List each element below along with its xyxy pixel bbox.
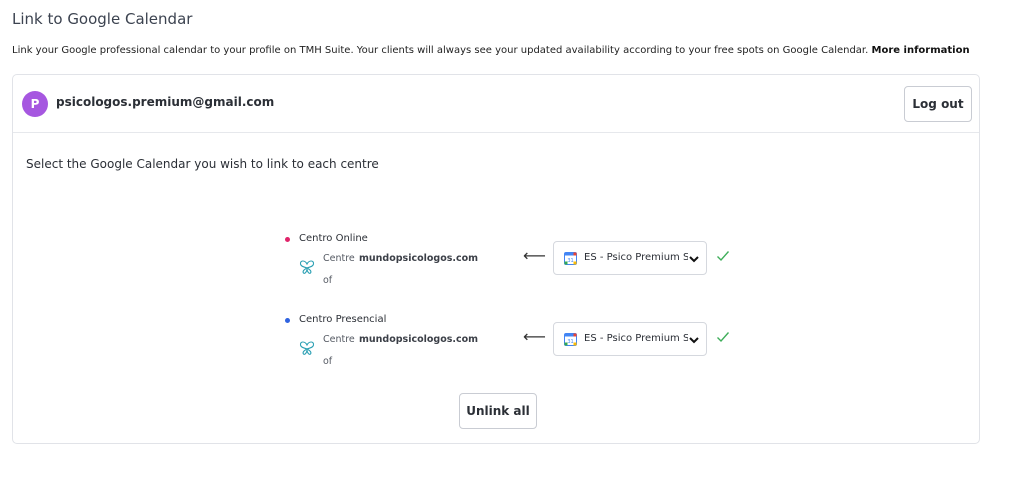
selected-calendar: ES - Psico Premium Su [584,252,688,263]
left-arrow-icon: ⟵ [523,246,546,265]
status-dot-icon [285,318,290,323]
centre-name: Centro Online [299,233,368,244]
instruction-text: Select the Google Calendar you wish to l… [26,157,379,171]
centre-prefix: Centre [323,253,355,264]
chevron-down-icon [689,337,699,344]
butterfly-icon [299,260,315,274]
google-calendar-icon: 31 [564,333,577,346]
account-header: P psicologos.premium@gmail.com Log out [13,75,979,133]
centre-name: Centro Presencial [299,314,387,325]
centre-prefix: Centre [323,334,355,345]
centre-site: mundopsicologos.com [359,334,479,345]
calendar-select[interactable]: 31 ES - Psico Premium Su [553,322,707,356]
centre-site: mundopsicologos.com [359,253,479,264]
check-icon [717,332,730,343]
chevron-down-icon [689,256,699,263]
more-information-link[interactable]: More information [872,45,970,56]
svg-text:31: 31 [567,258,573,264]
status-dot-icon [285,237,290,242]
calendar-link-card: P psicologos.premium@gmail.com Log out S… [12,74,980,444]
selected-calendar: ES - Psico Premium Su [584,333,688,344]
unlink-all-button[interactable]: Unlink all [459,393,537,429]
check-icon [717,251,730,262]
centre-row-online: Centro Online Centre mundopsicologos.com… [285,233,745,303]
centre-suffix: of [323,356,333,367]
butterfly-icon [299,341,315,355]
account-email: psicologos.premium@gmail.com [56,95,275,109]
centre-suffix: of [323,275,333,286]
centre-row-presencial: Centro Presencial Centre mundopsicologos… [285,314,745,384]
calendar-select[interactable]: 31 ES - Psico Premium Su [553,241,707,275]
page-title: Link to Google Calendar [12,10,193,28]
intro-text: Link your Google professional calendar t… [12,45,869,56]
intro-paragraph: Link your Google professional calendar t… [12,45,970,56]
svg-text:31: 31 [567,339,573,345]
google-calendar-icon: 31 [564,252,577,265]
left-arrow-icon: ⟵ [523,327,546,346]
logout-button[interactable]: Log out [904,86,972,122]
avatar: P [22,91,48,117]
